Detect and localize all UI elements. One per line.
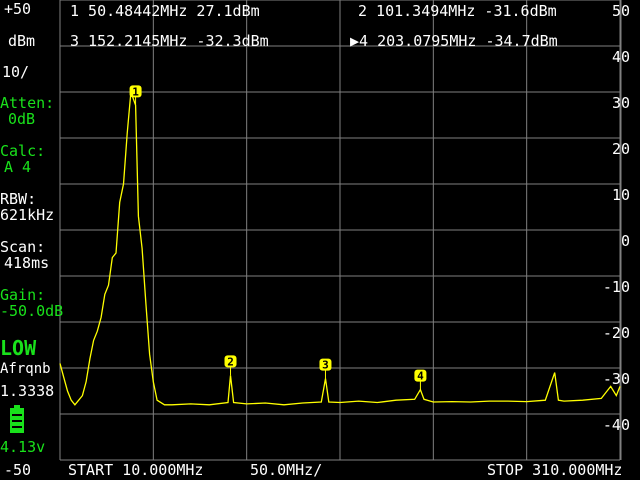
marker-1-readout[interactable]: 1 50.48442MHz 27.1dBm bbox=[70, 4, 260, 19]
version-label: 1.3338 bbox=[0, 382, 55, 400]
y-tick-label: -20 bbox=[602, 324, 630, 342]
atten-label[interactable]: Atten: bbox=[0, 96, 54, 111]
marker-3-readout[interactable]: 3 152.2145MHz -32.3dBm bbox=[70, 34, 269, 49]
marker-4-readout[interactable]: ▶4 203.0795MHz -34.7dBm bbox=[350, 34, 558, 49]
calc-value: A 4 bbox=[4, 158, 32, 176]
y-tick-label: -10 bbox=[602, 278, 630, 296]
marker-number: 4 bbox=[417, 370, 424, 383]
start-frequency[interactable]: START 10.000MHz bbox=[68, 463, 203, 478]
marker-number: 2 bbox=[227, 355, 234, 368]
marker-2-readout[interactable]: 2 101.3494MHz -31.6dBm bbox=[358, 4, 557, 19]
atten-value: 0dB bbox=[8, 110, 36, 128]
y-tick-label: 20 bbox=[611, 140, 630, 158]
scan-label[interactable]: Scan: bbox=[0, 240, 45, 255]
bottom-level: -50 bbox=[4, 461, 32, 479]
unit-label: dBm bbox=[8, 32, 36, 50]
battery-icon bbox=[10, 405, 24, 433]
stop-frequency[interactable]: STOP 310.000MHz bbox=[487, 463, 622, 478]
reference-level[interactable]: +50 bbox=[4, 2, 31, 17]
calc-label[interactable]: Calc: bbox=[0, 144, 45, 159]
battery-voltage: 4.13v bbox=[0, 438, 46, 456]
gain-value: -50.0dB bbox=[0, 302, 64, 320]
marker-1-flag[interactable]: 1 bbox=[129, 85, 142, 106]
y-tick-label: 10 bbox=[611, 186, 630, 204]
y-tick-label: 50 bbox=[611, 2, 630, 20]
rbw-value: 621kHz bbox=[0, 206, 55, 224]
mode-indicator[interactable]: LOW bbox=[0, 338, 36, 358]
marker-number: 1 bbox=[132, 85, 139, 98]
gain-label[interactable]: Gain: bbox=[0, 288, 45, 303]
scan-value: 418ms bbox=[4, 254, 50, 272]
rbw-label[interactable]: RBW: bbox=[0, 192, 36, 207]
y-tick-label: 0 bbox=[620, 232, 630, 250]
y-tick-label: 30 bbox=[611, 94, 630, 112]
y-tick-label: 40 bbox=[611, 48, 630, 66]
marker-2-flag[interactable]: 2 bbox=[224, 355, 237, 376]
mode-sub-label: Afrqnb bbox=[0, 361, 51, 377]
y-tick-label: -40 bbox=[602, 416, 630, 434]
frequency-per-div[interactable]: 50.0MHz/ bbox=[250, 463, 322, 478]
marker-number: 3 bbox=[322, 359, 329, 372]
spectrum-graph: 1 2 3 4 bbox=[59, 0, 622, 461]
scale-label[interactable]: 10/ bbox=[2, 65, 29, 80]
marker-4-flag[interactable]: 4 bbox=[414, 369, 427, 390]
marker-3-flag[interactable]: 3 bbox=[319, 358, 332, 379]
y-tick-label: -30 bbox=[602, 370, 630, 388]
